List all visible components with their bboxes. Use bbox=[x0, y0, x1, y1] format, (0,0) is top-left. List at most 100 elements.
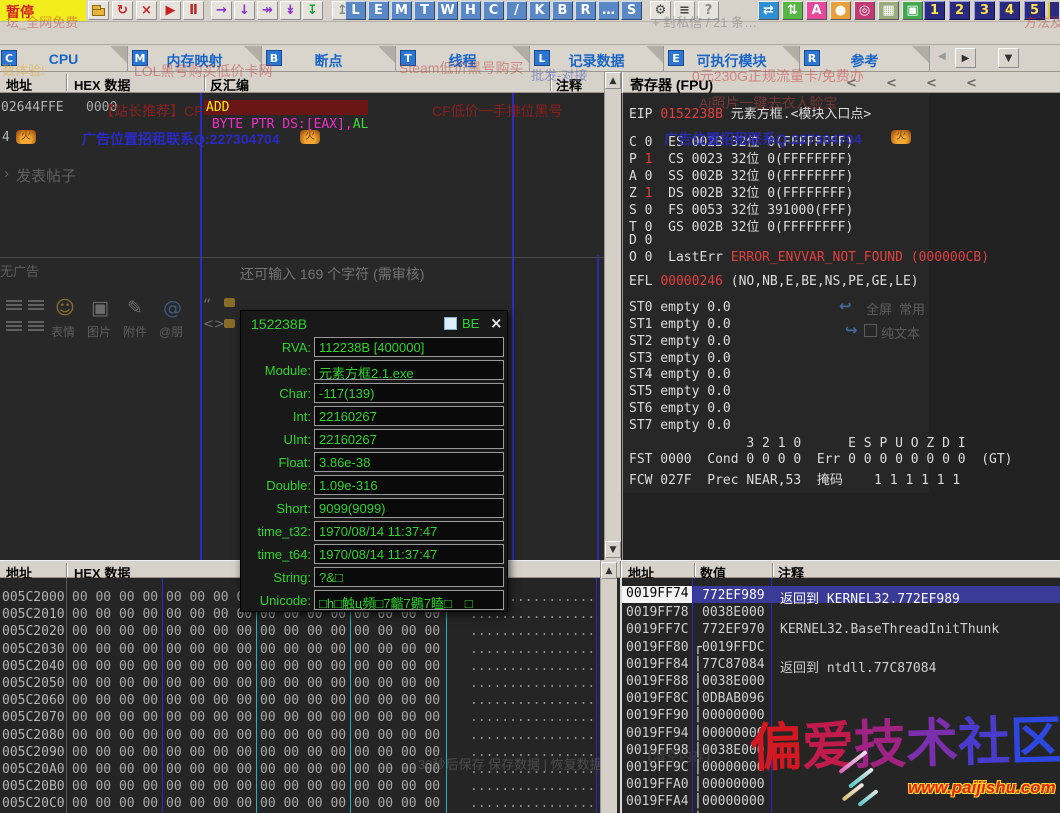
stack-row[interactable]: 0019FF7C772EF970KERNEL32.BaseThreadInitT… bbox=[622, 622, 1060, 639]
popup-field-label: RVA: bbox=[243, 340, 311, 355]
register-line[interactable]: ST2 empty 0.0 bbox=[629, 334, 731, 349]
desktop-button-3[interactable]: 3 bbox=[974, 1, 995, 20]
step-over-button[interactable]: ↓ bbox=[234, 1, 255, 20]
editor-附件-icon: ✎ bbox=[127, 297, 143, 319]
restart-button[interactable]: ↻ bbox=[112, 1, 133, 20]
desktop-button-1[interactable]: 1 bbox=[924, 1, 945, 20]
stack-row[interactable]: 0019FF74772EF989返回到 KERNEL32.772EF989 bbox=[622, 588, 1060, 605]
main-toolbar: 暂停 ↻×▶Ⅱ→↓↠↡↧↥LEMTWHC/KBR…S⚙≡?⇄⇅A●◎▦▣1234… bbox=[0, 0, 1060, 22]
forum-bleed-text: 方法及学 bbox=[1024, 12, 1060, 31]
panel-button-k[interactable]: K bbox=[529, 1, 550, 20]
pause-button[interactable]: Ⅱ bbox=[183, 1, 204, 20]
dump-row[interactable]: 005C207000 00 00 0000 00 00 0000 00 00 0… bbox=[0, 710, 600, 727]
dump-row[interactable]: 005C205000 00 00 0000 00 00 0000 00 00 0… bbox=[0, 676, 600, 693]
popup-close-icon[interactable]: × bbox=[490, 314, 503, 332]
stack-bracket: │ bbox=[694, 691, 702, 706]
register-line[interactable]: EFL 00000246 (NO,NB,E,BE,NS,PE,GE,LE) bbox=[629, 274, 919, 289]
register-line[interactable]: ST7 empty 0.0 bbox=[629, 418, 731, 433]
tab-label: 断点 bbox=[262, 51, 395, 71]
panel-button-r[interactable]: R bbox=[575, 1, 596, 20]
panel-button-slash[interactable]: / bbox=[506, 1, 527, 20]
tab-dropdown-button[interactable]: ▼ bbox=[998, 48, 1019, 68]
open-file-button[interactable] bbox=[88, 1, 109, 20]
dump-bytes: 00 00 00 00 bbox=[72, 659, 158, 674]
dump-bytes: 00 00 00 00 bbox=[166, 728, 252, 743]
desktop-button-2[interactable]: 2 bbox=[949, 1, 970, 20]
register-line[interactable]: 3 2 1 0 E S P U O Z D I bbox=[629, 436, 966, 451]
be-checkbox[interactable] bbox=[444, 317, 457, 330]
tab-forward-button[interactable]: ▶ bbox=[955, 48, 976, 68]
screen-button[interactable]: ▣ bbox=[902, 1, 923, 20]
desktop-button-4[interactable]: 4 bbox=[999, 1, 1020, 20]
panel-button-e[interactable]: E bbox=[368, 1, 389, 20]
dump-row[interactable]: 005C208000 00 00 0000 00 00 0000 00 00 0… bbox=[0, 728, 600, 745]
register-line[interactable]: ST4 empty 0.0 bbox=[629, 367, 731, 382]
stack-row[interactable]: 0019FF8C│0DBAB096 bbox=[622, 691, 1060, 708]
register-line[interactable]: ST0 empty 0.0 bbox=[629, 300, 731, 315]
swap-button[interactable]: ⇄ bbox=[758, 1, 779, 20]
dump-scrollbar[interactable]: ▲ bbox=[600, 560, 617, 813]
register-line[interactable]: D 0 bbox=[629, 233, 652, 248]
watermark-char: 区 bbox=[1009, 711, 1060, 772]
tab-断点[interactable]: B断点 bbox=[262, 46, 396, 71]
popup-field-value: □h□触ц頻□7龤7鷃7瞌□ □ bbox=[314, 590, 504, 610]
target-button[interactable]: ◎ bbox=[854, 1, 875, 20]
grid-button[interactable]: ▦ bbox=[878, 1, 899, 20]
dump-row[interactable]: 005C20C000 00 00 0000 00 00 0000 00 00 0… bbox=[0, 796, 600, 813]
scroll-up-button[interactable]: ▲ bbox=[605, 72, 621, 89]
execute-till-return-button[interactable]: ↧ bbox=[302, 1, 323, 20]
stack-row[interactable]: 0019FF80┌0019FFDC bbox=[622, 640, 1060, 657]
register-line[interactable]: T 0 GS 002B 32位 0(FFFFFFFF) bbox=[629, 216, 853, 235]
collapse-chevron-icon[interactable]: < bbox=[886, 76, 897, 91]
register-line[interactable]: FST 0000 Cond 0 0 0 0 Err 0 0 0 0 0 0 0 … bbox=[629, 452, 1013, 467]
disassembly-scrollbar[interactable]: ▲▼ bbox=[604, 72, 621, 560]
hex-dump-pane[interactable]: 005C200000 00 00 0000 00 00 0000 00 00 0… bbox=[0, 578, 600, 813]
dump-address: 005C20A0 bbox=[2, 762, 65, 777]
register-line[interactable]: ST1 empty 0.0 bbox=[629, 317, 731, 332]
close-button[interactable]: × bbox=[136, 1, 157, 20]
pane-divider bbox=[620, 561, 621, 579]
code-icon: <> bbox=[203, 317, 225, 332]
run-button[interactable]: ▶ bbox=[160, 1, 181, 20]
registers-pane[interactable]: EIP 0152238B 元素方框.<模块入口点>C 0 ES 002B 32位… bbox=[622, 93, 1060, 560]
scroll-up-button[interactable]: ▲ bbox=[601, 562, 617, 579]
animate-into-button[interactable]: ↠ bbox=[257, 1, 278, 20]
panel-button-c[interactable]: C bbox=[483, 1, 504, 20]
panel-button-w[interactable]: W bbox=[437, 1, 458, 20]
panel-button-s[interactable]: S bbox=[621, 1, 642, 20]
dump-address: 005C2050 bbox=[2, 676, 65, 691]
register-line[interactable]: ST3 empty 0.0 bbox=[629, 351, 731, 366]
register-line[interactable]: ST6 empty 0.0 bbox=[629, 401, 731, 416]
panel-button-more[interactable]: … bbox=[598, 1, 619, 20]
fire-icon: 火 bbox=[16, 130, 36, 144]
register-line[interactable]: O 0 LastErr ERROR_ENVVAR_NOT_FOUND (0000… bbox=[629, 250, 989, 265]
collapse-chevron-icon[interactable]: < bbox=[926, 76, 937, 91]
collapse-chevron-icon[interactable]: < bbox=[966, 76, 977, 91]
stack-row[interactable]: 0019FF88│0038E000 bbox=[622, 674, 1060, 691]
dump-row[interactable]: 005C202000 00 00 0000 00 00 0000 00 00 0… bbox=[0, 624, 600, 641]
dump-ascii: ................ bbox=[470, 779, 595, 794]
scroll-down-button[interactable]: ▼ bbox=[605, 541, 621, 558]
stack-row[interactable]: 0019FF780038E000 bbox=[622, 605, 1060, 622]
panel-button-l[interactable]: L bbox=[345, 1, 366, 20]
dump-row[interactable]: 005C204000 00 00 0000 00 00 0000 00 00 0… bbox=[0, 659, 600, 676]
header-divider bbox=[772, 563, 773, 577]
dump-bytes: 00 00 00 00 bbox=[72, 676, 158, 691]
panel-button-t[interactable]: T bbox=[414, 1, 435, 20]
dump-bytes: 00 00 00 00 bbox=[260, 745, 346, 760]
panel-button-b[interactable]: B bbox=[552, 1, 573, 20]
dump-row[interactable]: 005C206000 00 00 0000 00 00 0000 00 00 0… bbox=[0, 693, 600, 710]
dump-bytes: 00 00 00 00 bbox=[260, 762, 346, 777]
assembler-button[interactable]: A bbox=[806, 1, 827, 20]
stack-row[interactable]: 0019FF84│77C87084返回到 ntdll.77C87084 bbox=[622, 657, 1060, 674]
updown-button[interactable]: ⇅ bbox=[782, 1, 803, 20]
dump-row[interactable]: 005C203000 00 00 0000 00 00 0000 00 00 0… bbox=[0, 642, 600, 659]
register-line[interactable]: FCW 027F Prec NEAR,53 掩码 1 1 1 1 1 1 bbox=[629, 469, 960, 488]
animate-over-button[interactable]: ↡ bbox=[280, 1, 301, 20]
record-button[interactable]: ● bbox=[830, 1, 851, 20]
dump-row[interactable]: 005C20B000 00 00 0000 00 00 0000 00 00 0… bbox=[0, 779, 600, 796]
register-line[interactable]: ST5 empty 0.0 bbox=[629, 384, 731, 399]
step-into-button[interactable]: → bbox=[211, 1, 232, 20]
panel-button-h[interactable]: H bbox=[460, 1, 481, 20]
panel-button-m[interactable]: M bbox=[391, 1, 412, 20]
